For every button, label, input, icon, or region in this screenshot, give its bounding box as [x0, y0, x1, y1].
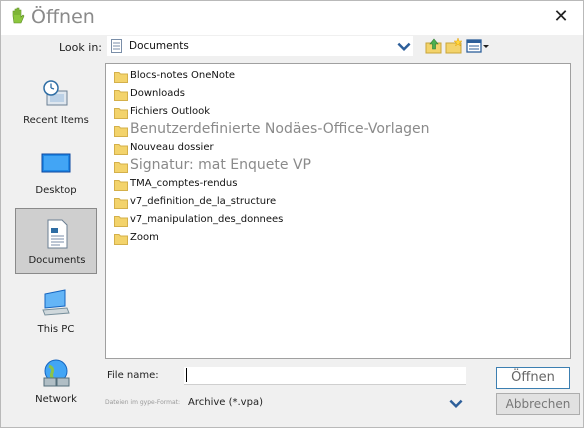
desktop-icon: [41, 153, 71, 173]
folder-icon: [114, 216, 128, 227]
place-label: Recent Items: [23, 115, 89, 126]
folder-name: v7_manipulation_des_donnees: [130, 214, 284, 225]
up-folder-icon[interactable]: [425, 37, 443, 55]
chevron-down-icon[interactable]: [447, 395, 465, 413]
folder-name: v7_definition_de_la_structure: [130, 196, 277, 207]
title-bar: Öffnen ✕: [1, 1, 583, 35]
place-recent-items[interactable]: Recent Items: [15, 69, 97, 135]
look-in-label: Look in:: [59, 41, 102, 54]
folder-name: Benutzerdefinierte Nodäes-Office-Vorlage…: [130, 121, 430, 137]
place-label: Documents: [28, 255, 86, 266]
place-documents[interactable]: Documents: [15, 208, 97, 274]
folder-name: Nouveau dossier: [130, 142, 214, 153]
new-folder-icon[interactable]: [445, 37, 463, 55]
folder-icon: [114, 108, 128, 119]
file-list[interactable]: Blocs-notes OneNote Downloads Fichiers O…: [105, 63, 571, 359]
folder-name: Fichiers Outlook: [130, 106, 211, 117]
place-label: Network: [35, 394, 77, 405]
documents-icon: [47, 219, 68, 249]
file-type-value: Archive (*.vpa): [188, 397, 263, 408]
folder-icon: [114, 198, 128, 209]
document-icon: [111, 39, 122, 53]
file-type-dropdown[interactable]: Archive (*.vpa): [184, 391, 466, 413]
folder-name: Signatur: mat Enquete VP: [130, 157, 311, 173]
open-button[interactable]: Öffnen: [496, 367, 570, 389]
folder-icon: [114, 144, 128, 155]
folder-name: Blocs-notes OneNote: [130, 70, 236, 81]
open-dialog: Öffnen ✕ Look in: Documents Recent Items…: [0, 0, 584, 428]
folder-icon: [114, 90, 128, 101]
recent-items-icon: [43, 80, 68, 106]
file-name-input[interactable]: [184, 367, 466, 385]
places-bar: Recent Items Desktop Documents This PC N…: [9, 63, 101, 413]
folder-icon: [114, 72, 128, 83]
close-button[interactable]: ✕: [549, 5, 573, 29]
hand-icon: [12, 7, 25, 24]
place-label: This PC: [37, 324, 75, 335]
file-type-label: Dateien im gype-Format:: [105, 399, 181, 406]
network-icon: [43, 359, 70, 387]
chevron-down-icon[interactable]: [395, 38, 413, 56]
view-menu-icon[interactable]: [466, 37, 490, 55]
folder-icon: [114, 126, 128, 137]
cancel-button[interactable]: Abbrechen: [496, 393, 580, 415]
computer-icon: [42, 289, 70, 316]
folder-icon: [114, 234, 128, 245]
folder-icon: [114, 180, 128, 191]
dialog-title: Öffnen: [31, 6, 95, 28]
look-in-value: Documents: [129, 40, 189, 52]
file-name-label: File name:: [107, 370, 159, 381]
place-label: Desktop: [35, 185, 77, 196]
text-caret: [186, 368, 187, 382]
folder-name: Zoom: [130, 232, 159, 243]
look-in-dropdown[interactable]: Documents: [107, 36, 413, 56]
close-icon: ✕: [553, 6, 569, 27]
place-this-pc[interactable]: This PC: [15, 278, 97, 344]
place-desktop[interactable]: Desktop: [15, 139, 97, 205]
folder-name: TMA_comptes-rendus: [130, 178, 238, 189]
folder-icon: [114, 162, 128, 173]
folder-name: Downloads: [130, 88, 185, 99]
place-network[interactable]: Network: [15, 348, 97, 414]
